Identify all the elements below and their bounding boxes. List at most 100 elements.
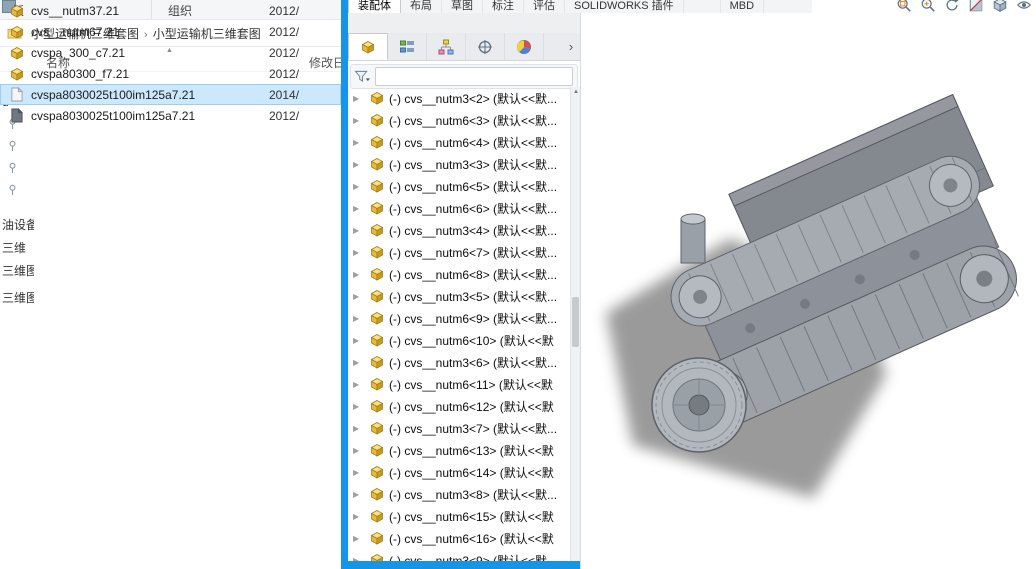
expand-arrow-icon[interactable]: ▶ (353, 270, 365, 279)
tree-item-label: (-) cvs__nutm6<8> (默认<<默... (389, 267, 558, 282)
command-tab[interactable]: MBD (719, 0, 765, 13)
tree-item[interactable]: ▶ (-) cvs__nutm6<5> (默认<<默... (348, 175, 570, 197)
tree-item[interactable]: ▶ (-) cvs__nutm6<9> (默认<<默... (348, 307, 570, 329)
command-tab[interactable]: 布局 (401, 0, 442, 13)
tree-item[interactable]: ▶ (-) cvs__nutm6<13> (默认<<默 (348, 439, 570, 461)
panel-header (348, 13, 580, 33)
expand-arrow-icon[interactable]: ▶ (353, 534, 365, 543)
command-tab[interactable]: 评估 (524, 0, 565, 13)
graphics-viewport[interactable] (580, 13, 1036, 569)
displaymanager-tab[interactable] (505, 33, 544, 60)
expand-arrow-icon[interactable]: ▶ (353, 314, 365, 323)
pin-icon[interactable] (8, 162, 17, 174)
nav-item-fragment[interactable]: 三维图 (2, 289, 34, 306)
pin-icon[interactable] (8, 184, 17, 196)
tree-item[interactable]: ▶ (-) cvs__nutm3<8> (默认<<默... (348, 483, 570, 505)
tree-item[interactable]: ▶ (-) cvs__nutm6<4> (默认<<默... (348, 131, 570, 153)
expand-arrow-icon[interactable]: ▶ (353, 556, 365, 562)
tree-item[interactable]: ▶ (-) cvs__nutm6<10> (默认<<默 (348, 329, 570, 351)
scrollbar-thumb[interactable] (572, 297, 579, 347)
expand-arrow-icon[interactable]: ▶ (353, 94, 365, 103)
tree-item[interactable]: ▶ (-) cvs__nutm6<3> (默认<<默... (348, 109, 570, 131)
tree-item[interactable]: ▶ (-) cvs__nutm6<8> (默认<<默... (348, 263, 570, 285)
command-tab[interactable]: 装配体 (348, 0, 401, 13)
expand-arrow-icon[interactable]: ▶ (353, 182, 365, 191)
expand-arrow-icon[interactable]: ▶ (353, 336, 365, 345)
nav-item-fragment[interactable]: 油设备 (2, 216, 34, 233)
filter-input[interactable] (375, 67, 573, 86)
file-row[interactable]: cvs__nutm37.21 2012/ (0, 0, 341, 21)
dimxpertmanager-tab[interactable] (466, 33, 505, 60)
tree-item[interactable]: ▶ (-) cvs__nutm6<12> (默认<<默 (348, 395, 570, 417)
panel-expand-icon[interactable]: › (562, 33, 580, 60)
section-view-icon[interactable] (968, 0, 984, 13)
expand-arrow-icon[interactable]: ▶ (353, 358, 365, 367)
file-row[interactable]: cvspa8030025t100im125a7.21 2014/ (0, 84, 341, 105)
expand-arrow-icon[interactable]: ▶ (353, 380, 365, 389)
file-row[interactable]: cvspa_300_c7.21 2012/ (0, 42, 341, 63)
nav-item-fragment[interactable]: 三维图 (2, 262, 34, 279)
solidworks-window-border (341, 0, 348, 569)
tree-item[interactable]: ▶ (-) cvs__nutm3<7> (默认<<默... (348, 417, 570, 439)
part-icon (370, 333, 385, 347)
tree-item[interactable]: ▶ (-) cvs__nutm6<6> (默认<<默... (348, 197, 570, 219)
propertymanager-tab[interactable] (388, 33, 427, 60)
nav-item-fragment[interactable]: 三维 (2, 239, 26, 256)
tree-item[interactable]: ▶ (-) cvs__nutm6<14> (默认<<默 (348, 461, 570, 483)
tree-item[interactable]: ▶ (-) cvs__nutm3<4> (默认<<默... (348, 219, 570, 241)
tree-item[interactable]: ▶ (-) cvs__nutm6<16> (默认<<默 (348, 527, 570, 549)
part-icon (370, 289, 385, 303)
expand-arrow-icon[interactable]: ▶ (353, 204, 365, 213)
tree-item[interactable]: ▶ (-) cvs__nutm3<3> (默认<<默... (348, 153, 570, 175)
part-icon (370, 509, 385, 523)
tree-item[interactable]: ▶ (-) cvs__nutm6<11> (默认<<默 (348, 373, 570, 395)
tree-scrollbar[interactable]: ▲ (570, 87, 580, 561)
tree-item-label: (-) cvs__nutm6<4> (默认<<默... (389, 135, 558, 150)
expand-arrow-icon[interactable]: ▶ (353, 446, 365, 455)
tree-item[interactable]: ▶ (-) cvs__nutm6<15> (默认<<默 (348, 505, 570, 527)
expand-arrow-icon[interactable]: ▶ (353, 292, 365, 301)
zoom-fit-icon[interactable] (896, 0, 912, 13)
pin-icon[interactable] (8, 140, 17, 152)
configurationmanager-tab[interactable] (427, 33, 466, 60)
solidworks-window-border-bottom (348, 561, 580, 569)
filter-icon[interactable] (354, 70, 371, 83)
part-icon (370, 201, 385, 215)
tree-item-label: (-) cvs__nutm6<10> (默认<<默 (389, 333, 554, 348)
hide-show-icon[interactable] (1016, 0, 1032, 13)
tree-item-label: (-) cvs__nutm6<5> (默认<<默... (389, 179, 558, 194)
tree-item-label: (-) cvs__nutm3<3> (默认<<默... (389, 157, 558, 172)
expand-arrow-icon[interactable]: ▶ (353, 138, 365, 147)
zoom-area-icon[interactable] (920, 0, 936, 13)
part-icon (370, 223, 385, 237)
doc-dark-file-icon (10, 108, 24, 123)
expand-arrow-icon[interactable]: ▶ (353, 160, 365, 169)
commandmanager-tabs: 装配体 布局 草图 标注 评估 SOLIDWORKS 插件 MBD (348, 0, 765, 13)
command-tab[interactable]: 草图 (442, 0, 483, 13)
file-row[interactable]: cvspa8030025t100im125a7.21 2012/ (0, 105, 341, 126)
expand-arrow-icon[interactable]: ▶ (353, 248, 365, 257)
part-icon (370, 113, 385, 127)
expand-arrow-icon[interactable]: ▶ (353, 512, 365, 521)
view-rotate-icon[interactable] (944, 0, 960, 13)
tree-item-label: (-) cvs__nutm6<11> (默认<<默 (389, 377, 553, 392)
tree-item[interactable]: ▶ (-) cvs__nutm3<5> (默认<<默... (348, 285, 570, 307)
expand-arrow-icon[interactable]: ▶ (353, 116, 365, 125)
expand-arrow-icon[interactable]: ▶ (353, 490, 365, 499)
command-tab[interactable]: 标注 (483, 0, 524, 13)
expand-arrow-icon[interactable]: ▶ (353, 226, 365, 235)
file-row[interactable]: cvs__nutm67.21 2012/ (0, 21, 341, 42)
tree-item[interactable]: ▶ (-) cvs__nutm3<2> (默认<<默... (348, 87, 570, 109)
tree-item[interactable]: ▶ (-) cvs__nutm3<9> (默认<<默... (348, 549, 570, 561)
file-name: cvs__nutm37.21 (31, 3, 120, 18)
part-icon (370, 443, 385, 457)
expand-arrow-icon[interactable]: ▶ (353, 468, 365, 477)
tree-item[interactable]: ▶ (-) cvs__nutm6<7> (默认<<默... (348, 241, 570, 263)
tree-item[interactable]: ▶ (-) cvs__nutm3<6> (默认<<默... (348, 351, 570, 373)
expand-arrow-icon[interactable]: ▶ (353, 424, 365, 433)
expand-arrow-icon[interactable]: ▶ (353, 402, 365, 411)
featuremanager-tab[interactable] (348, 33, 388, 60)
command-tab[interactable]: SOLIDWORKS 插件 (565, 0, 684, 13)
display-style-icon[interactable] (992, 0, 1008, 13)
file-row[interactable]: cvspa80300_f7.21 2012/ (0, 63, 341, 84)
